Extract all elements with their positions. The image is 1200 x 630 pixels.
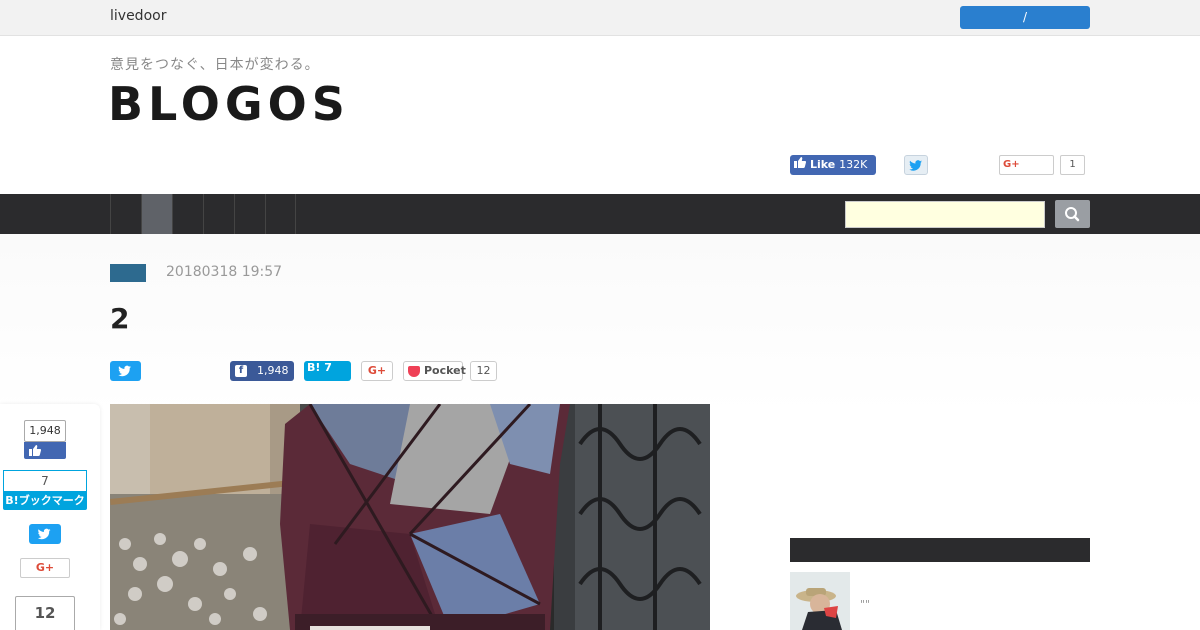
- share-facebook-button[interactable]: f 1,948: [230, 361, 294, 381]
- livedoor-link[interactable]: livedoor: [110, 8, 166, 24]
- share-hatena-button[interactable]: B! 7: [304, 361, 351, 381]
- floating-facebook-button[interactable]: [24, 442, 66, 459]
- category-badge[interactable]: [110, 264, 146, 282]
- twitter-follow-button[interactable]: [904, 155, 928, 175]
- thumbs-up-icon: [794, 157, 806, 168]
- sidebar-ad-slot[interactable]: [790, 234, 1090, 524]
- nav-item-3[interactable]: [172, 194, 203, 234]
- twitter-icon: [905, 156, 927, 174]
- article-title: 2: [110, 302, 130, 335]
- gplus-count: 1: [1060, 155, 1085, 175]
- nav-item-2[interactable]: [141, 194, 172, 234]
- site-logo[interactable]: BLOGOS: [108, 78, 350, 130]
- login-button[interactable]: /: [960, 6, 1090, 29]
- top-bar: livedoor /: [0, 0, 1200, 36]
- sidebar-item-thumbnail[interactable]: [790, 572, 850, 630]
- facebook-like-count: 132K: [839, 158, 868, 171]
- article-photo: [110, 404, 710, 630]
- share-pocket-count: 12: [470, 361, 497, 381]
- share-hatena-count: 7: [324, 361, 332, 374]
- gplus-button[interactable]: G+: [999, 155, 1054, 175]
- sidebar-item-title[interactable]: "": [860, 598, 870, 611]
- nav-item-6[interactable]: [265, 194, 296, 234]
- pocket-label: Pocket: [424, 364, 466, 377]
- share-gplus-button[interactable]: G+: [361, 361, 393, 381]
- thumbs-up-icon: [24, 442, 66, 459]
- hatena-label: B!: [307, 361, 321, 374]
- pocket-icon: [408, 366, 420, 377]
- search-button[interactable]: [1055, 200, 1090, 228]
- floating-gplus-button[interactable]: G+: [20, 558, 70, 578]
- floating-hatena-count: 7: [3, 470, 87, 491]
- floating-hatena-button[interactable]: B!ブックマーク: [3, 491, 87, 510]
- nav-item-1[interactable]: [110, 194, 141, 234]
- search-input[interactable]: [845, 201, 1045, 228]
- nav-item-5[interactable]: [234, 194, 265, 234]
- twitter-icon: [110, 361, 141, 381]
- article-date: 20180318 19:57: [166, 264, 283, 280]
- facebook-like-label: Like: [810, 158, 836, 171]
- site-tagline: 意見をつなぐ、日本が変わる。: [110, 57, 320, 73]
- search-icon: [1055, 200, 1090, 228]
- floating-pocket-count[interactable]: 12: [15, 596, 75, 630]
- share-twitter-button[interactable]: [110, 361, 141, 381]
- share-pocket-button[interactable]: Pocket: [403, 361, 466, 381]
- floating-facebook-count: 1,948: [24, 420, 66, 442]
- nav-item-4[interactable]: [203, 194, 234, 234]
- floating-twitter-button[interactable]: [29, 524, 61, 544]
- share-facebook-count: 1,948: [257, 364, 289, 377]
- twitter-icon: [29, 524, 61, 544]
- facebook-like-button[interactable]: Like 132K: [790, 155, 876, 175]
- sidebar-section-header: [790, 538, 1090, 562]
- facebook-icon: f: [235, 365, 247, 377]
